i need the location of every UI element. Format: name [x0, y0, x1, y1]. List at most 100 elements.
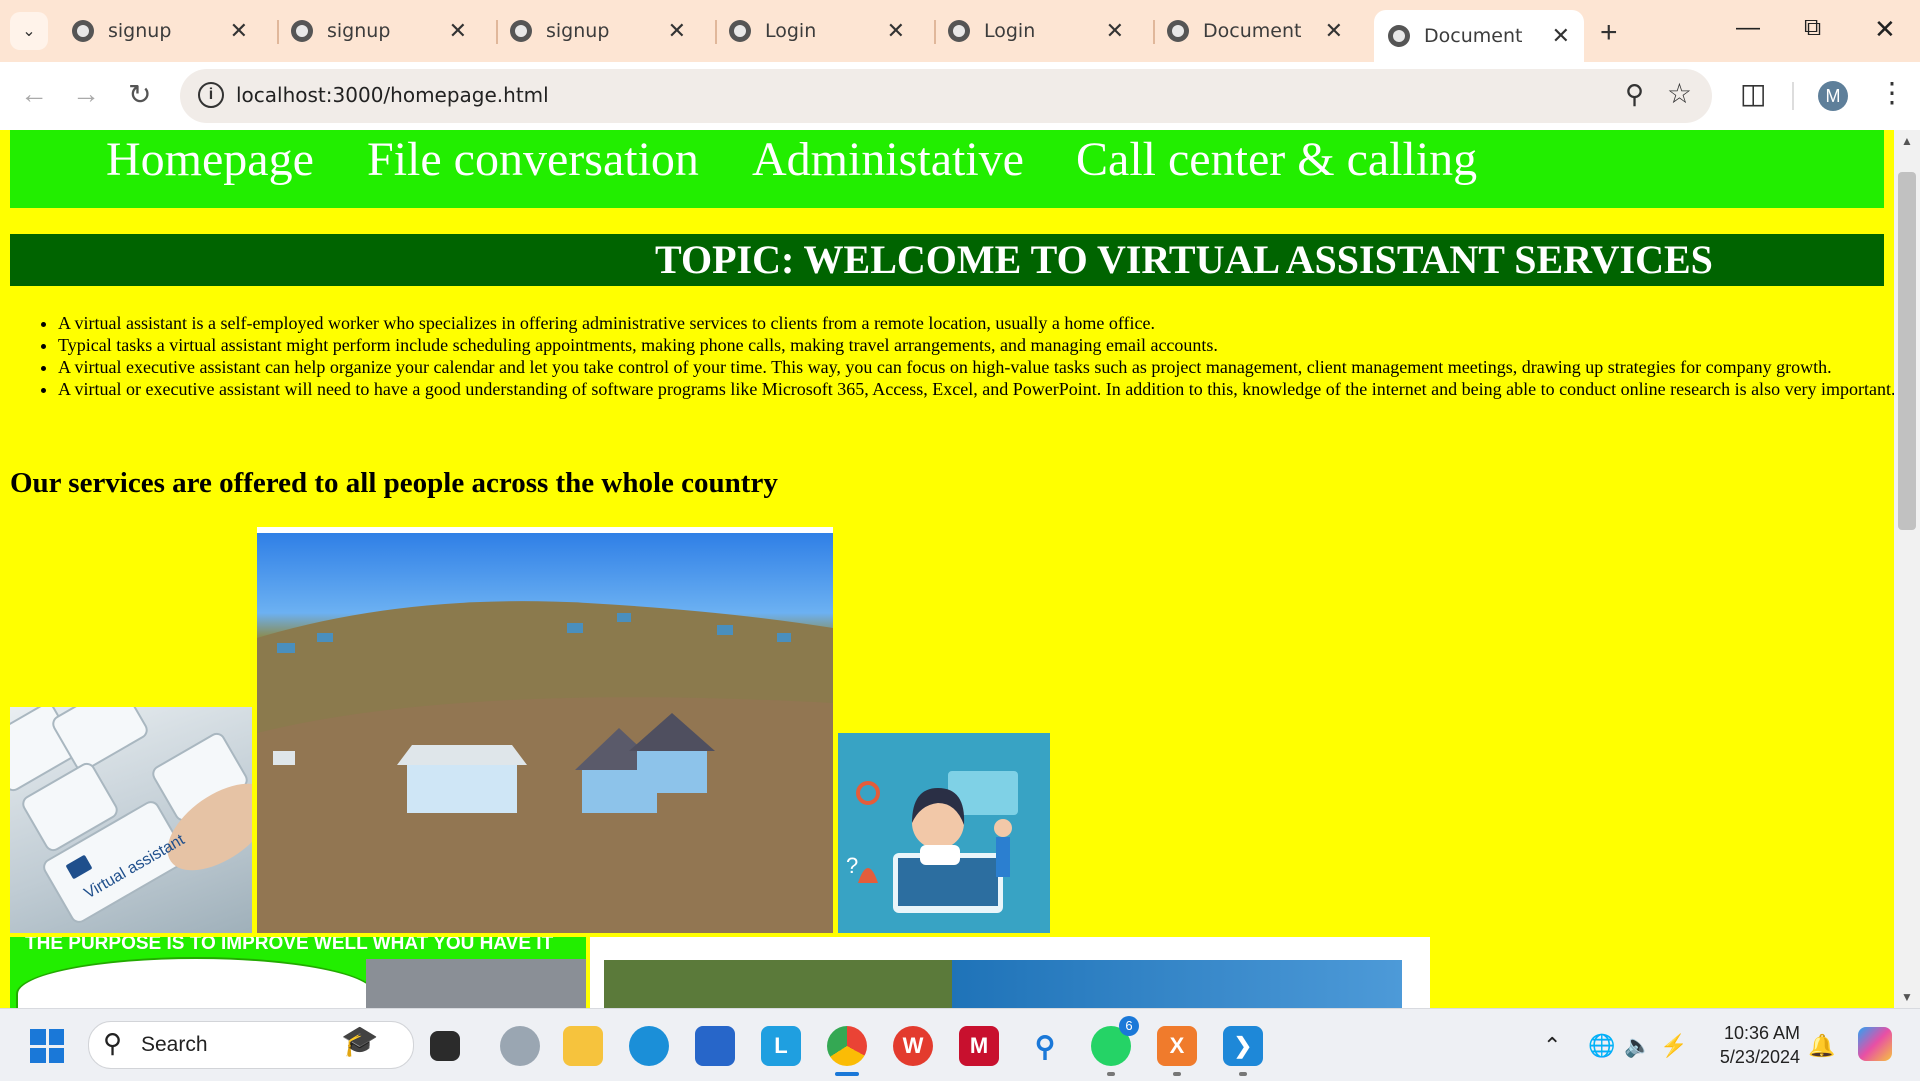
- browser-tab[interactable]: signup ✕: [496, 10, 700, 52]
- tab-search-button[interactable]: ⌄: [10, 12, 48, 50]
- copilot-pre-icon[interactable]: [1858, 1027, 1892, 1061]
- info-list: A virtual assistant is a self-employed w…: [10, 312, 1894, 400]
- plants-and-sky-image: [590, 937, 1430, 1008]
- search-app-icon[interactable]: ⚲: [1025, 1026, 1065, 1066]
- chrome-icon[interactable]: [827, 1026, 867, 1076]
- globe-icon: [72, 20, 94, 42]
- svg-text:?: ?: [846, 853, 858, 878]
- browser-tab[interactable]: signup ✕: [72, 10, 262, 52]
- list-item: Typical tasks a virtual assistant might …: [58, 334, 1894, 356]
- globe-icon: [291, 20, 313, 42]
- site-nav: Homepage File conversation Administative…: [10, 130, 1884, 208]
- scrollbar-thumb[interactable]: [1898, 172, 1916, 530]
- new-tab-button[interactable]: +: [1600, 16, 1618, 50]
- scroll-up-arrow[interactable]: ▲: [1901, 134, 1913, 148]
- zoom-icon[interactable]: ⚲: [1625, 79, 1644, 110]
- globe-icon: [729, 20, 751, 42]
- tab-strip: ⌄ signup ✕ signup ✕ signup ✕ Login ✕ Log…: [0, 0, 1920, 62]
- globe-icon: [948, 20, 970, 42]
- browser-tab[interactable]: Document ✕: [1153, 10, 1357, 52]
- list-item: A virtual or executive assistant will ne…: [58, 378, 1894, 400]
- page-scrollbar[interactable]: ▲ ▼: [1894, 130, 1920, 1008]
- notification-bell-icon[interactable]: 🔔: [1808, 1033, 1835, 1059]
- services-heading: Our services are offered to all people a…: [10, 467, 778, 499]
- forward-button[interactable]: →: [72, 78, 100, 110]
- tab-title: Document: [1424, 25, 1523, 47]
- close-icon[interactable]: ✕: [887, 19, 905, 44]
- rural-village-image: [257, 533, 833, 933]
- battery-icon[interactable]: ⚡: [1660, 1033, 1687, 1059]
- restore-button[interactable]: ⧉: [1804, 14, 1821, 42]
- microsoft-store-icon[interactable]: [695, 1026, 735, 1066]
- call-center-agent-image: ?: [838, 733, 1050, 933]
- page-viewport: Homepage File conversation Administative…: [0, 130, 1894, 1008]
- topic-title: TOPIC: WELCOME TO VIRTUAL ASSISTANT SERV…: [655, 237, 1713, 282]
- chevron-up-icon[interactable]: ⌃: [1543, 1033, 1561, 1059]
- list-item: A virtual assistant is a self-employed w…: [58, 312, 1894, 334]
- clock-time: 10:36 AM: [1723, 1023, 1800, 1043]
- window-close-button[interactable]: ✕: [1874, 14, 1896, 45]
- language-globe-icon[interactable]: 🌐: [1588, 1033, 1615, 1059]
- windows-taskbar: ⚲ Search 🎓 L W M ⚲ 6 X ❯ ⌃ 🌐 🔈 ⚡ 10:36 A…: [0, 1008, 1920, 1081]
- address-bar[interactable]: i localhost:3000/homepage.html ⚲ ☆: [180, 69, 1712, 123]
- toolbar-divider: [1792, 82, 1794, 110]
- scroll-down-arrow[interactable]: ▼: [1901, 990, 1913, 1004]
- search-icon: ⚲: [103, 1028, 123, 1058]
- nav-call-center[interactable]: Call center & calling: [1076, 132, 1477, 187]
- list-item: A virtual executive assistant can help o…: [58, 356, 1894, 378]
- close-icon[interactable]: ✕: [1325, 19, 1343, 44]
- volume-icon[interactable]: 🔈: [1624, 1033, 1651, 1059]
- close-icon[interactable]: ✕: [230, 19, 248, 44]
- virtual-assistant-keyboard-image: Virtual assistant: [10, 707, 252, 933]
- purpose-banner-image: THE PURPOSE IS TO IMPROVE WELL WHAT YOU …: [10, 937, 586, 1008]
- close-icon[interactable]: ✕: [449, 19, 467, 44]
- reload-button[interactable]: ↻: [128, 78, 151, 111]
- l-app-icon[interactable]: L: [761, 1026, 801, 1066]
- url-text[interactable]: localhost:3000/homepage.html: [236, 83, 549, 107]
- nav-homepage[interactable]: Homepage: [106, 132, 314, 187]
- edge-browser-icon[interactable]: [629, 1026, 669, 1066]
- site-info-icon[interactable]: i: [198, 82, 224, 108]
- topic-banner: TOPIC: WELCOME TO VIRTUAL ASSISTANT SERV…: [10, 234, 1884, 286]
- globe-icon: [1167, 20, 1189, 42]
- notification-badge: 6: [1119, 1016, 1139, 1036]
- globe-icon: [510, 20, 532, 42]
- bookmark-star-icon[interactable]: ☆: [1667, 77, 1692, 110]
- windows-start-icon[interactable]: [30, 1029, 64, 1063]
- system-clock[interactable]: 10:36 AM 5/23/2024: [1710, 1021, 1800, 1069]
- taskbar-search-box[interactable]: ⚲ Search 🎓: [88, 1021, 414, 1069]
- vscode-icon[interactable]: ❯: [1223, 1026, 1263, 1076]
- copilot-icon[interactable]: [500, 1026, 540, 1066]
- clock-date: 5/23/2024: [1719, 1047, 1800, 1067]
- browser-tab[interactable]: signup ✕: [277, 10, 481, 52]
- back-button[interactable]: ←: [20, 78, 48, 110]
- file-explorer-icon[interactable]: [563, 1026, 603, 1066]
- graduation-cap-icon: 🎓: [341, 1025, 379, 1058]
- minimize-button[interactable]: —: [1736, 14, 1760, 42]
- close-icon[interactable]: ✕: [668, 19, 686, 44]
- xampp-icon[interactable]: X: [1157, 1026, 1197, 1076]
- browser-tab-active[interactable]: Document ✕: [1374, 10, 1584, 62]
- tab-title: signup: [546, 20, 610, 42]
- browser-menu-icon[interactable]: ⋮: [1878, 76, 1906, 109]
- extensions-icon[interactable]: ◫: [1740, 77, 1766, 110]
- profile-avatar[interactable]: M: [1818, 81, 1848, 111]
- search-label: Search: [141, 1033, 208, 1056]
- browser-tab[interactable]: Login ✕: [934, 10, 1138, 52]
- tab-title: Login: [984, 20, 1036, 42]
- browser-tab[interactable]: Login ✕: [715, 10, 919, 52]
- tab-title: signup: [108, 20, 172, 42]
- tab-title: Login: [765, 20, 817, 42]
- whatsapp-icon[interactable]: 6: [1091, 1016, 1139, 1076]
- tab-title: signup: [327, 20, 391, 42]
- browser-toolbar: ← → ↻ i localhost:3000/homepage.html ⚲ ☆…: [0, 62, 1920, 130]
- mcafee-icon[interactable]: M: [959, 1026, 999, 1066]
- close-icon[interactable]: ✕: [1552, 24, 1570, 49]
- task-view-icon[interactable]: [430, 1031, 460, 1061]
- purpose-banner-text: THE PURPOSE IS TO IMPROVE WELL WHAT YOU …: [25, 937, 554, 954]
- wps-office-icon[interactable]: W: [893, 1026, 933, 1066]
- nav-file-conversation[interactable]: File conversation: [367, 132, 699, 187]
- nav-administative[interactable]: Administative: [752, 132, 1024, 187]
- close-icon[interactable]: ✕: [1106, 19, 1124, 44]
- globe-icon: [1388, 25, 1410, 47]
